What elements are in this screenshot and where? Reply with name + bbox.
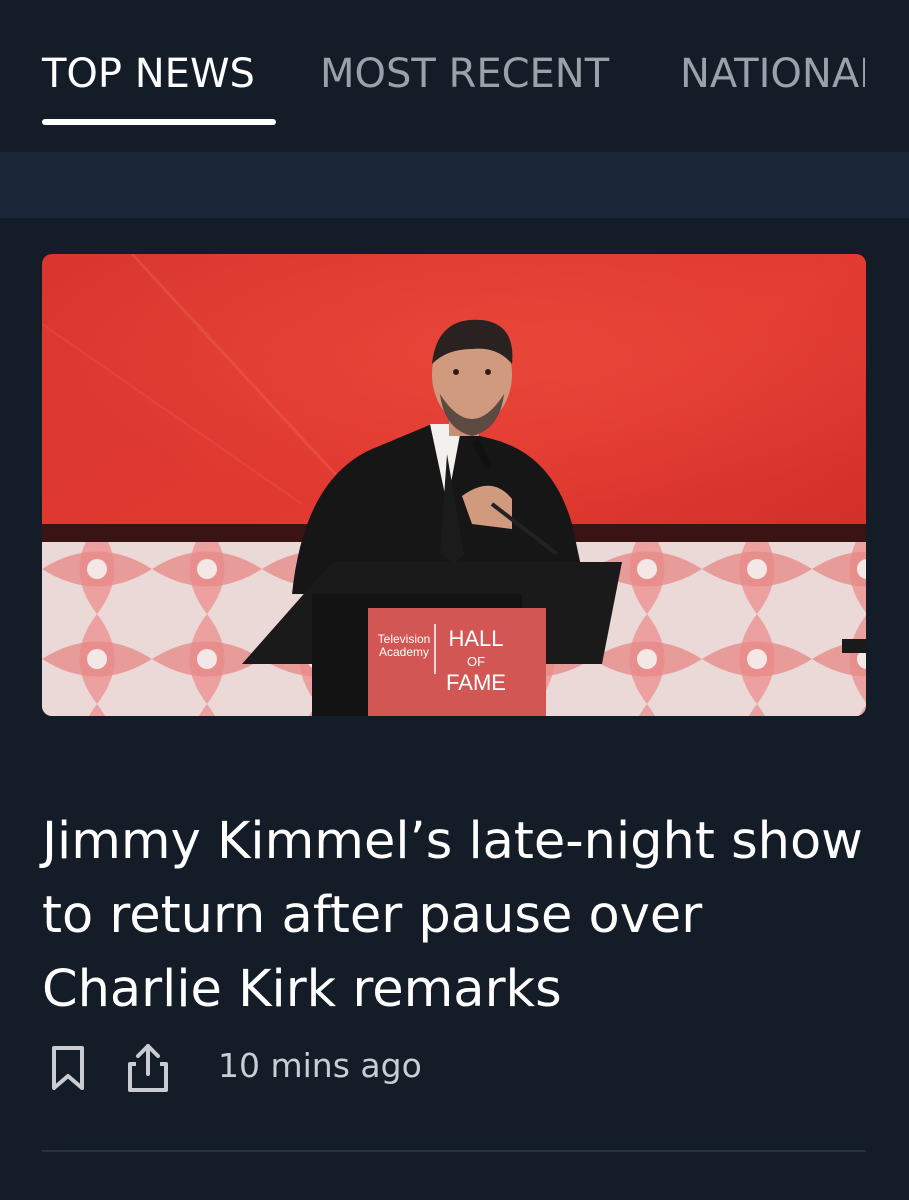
article-timestamp: 10 mins ago (218, 1046, 422, 1085)
hero-photo: Television Academy HALL OF FAME (42, 254, 866, 716)
article-hero-image[interactable]: Television Academy HALL OF FAME (42, 254, 866, 716)
section-tab-bar: TOP NEWS MOST RECENT NATIONAL (0, 0, 909, 152)
tab-national[interactable]: NATIONAL (680, 48, 881, 100)
tab-most-recent[interactable]: MOST RECENT (320, 48, 609, 100)
svg-text:HALL: HALL (448, 626, 503, 651)
share-icon[interactable] (120, 1040, 176, 1096)
tab-top-news[interactable]: TOP NEWS (42, 48, 255, 100)
svg-text:FAME: FAME (446, 670, 506, 695)
ad-placeholder-band (0, 152, 909, 218)
svg-text:OF: OF (467, 654, 485, 669)
active-tab-indicator (42, 119, 276, 125)
svg-text:Television: Television (378, 632, 431, 646)
tab-overflow-fade (865, 0, 909, 152)
article-divider (42, 1150, 866, 1152)
svg-text:Academy: Academy (379, 645, 429, 659)
article-headline[interactable]: Jimmy Kimmel’s late-night show to return… (42, 805, 872, 1027)
article-meta-row: 10 mins ago (42, 1038, 866, 1098)
bookmark-icon[interactable] (42, 1040, 98, 1096)
